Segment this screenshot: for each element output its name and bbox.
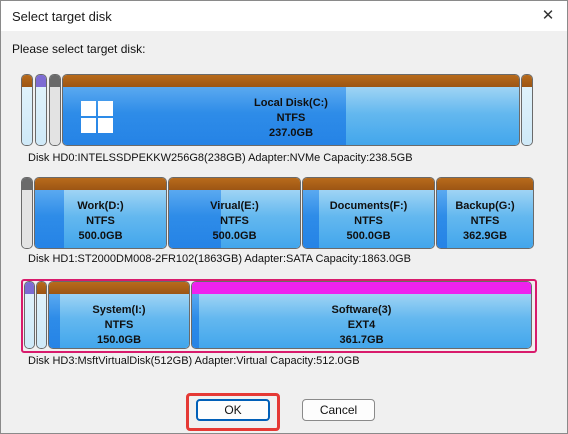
disk-hd0-small-partition-3[interactable] xyxy=(49,74,61,146)
disk-hd0-small-partition-1[interactable] xyxy=(21,74,33,146)
disk-hd1-info: Disk HD1:ST2000DM008-2FR102(1863GB) Adap… xyxy=(28,253,411,265)
disk-hd0-small-partition-2[interactable] xyxy=(35,74,47,146)
disk-hd3-small-partition-2[interactable] xyxy=(36,281,47,349)
disk-hd1-small-partition-1[interactable] xyxy=(21,177,33,249)
disk-hd3-info: Disk HD3:MsftVirtualDisk(512GB) Adapter:… xyxy=(28,355,360,367)
partition-software-3[interactable]: Software(3) EXT4 361.7GB xyxy=(191,281,532,349)
partition-fs: NTFS xyxy=(276,112,306,124)
select-target-disk-dialog: Select target disk ✕ Please select targe… xyxy=(0,0,568,434)
partition-name: Virual(E:) xyxy=(210,200,259,212)
dialog-title: Select target disk xyxy=(12,9,112,24)
partition-size: 500.0GB xyxy=(212,230,257,242)
partition-fs: NTFS xyxy=(220,215,249,227)
partition-size: 362.9GB xyxy=(462,230,508,242)
partition-name: Backup(G:) xyxy=(455,200,515,212)
close-icon[interactable]: ✕ xyxy=(533,3,563,29)
partition-size: 237.0GB xyxy=(268,127,314,139)
disk-hd3-map[interactable]: System(I:) NTFS 150.0GB Software(3) EXT4… xyxy=(24,281,532,357)
title-bar: Select target disk ✕ xyxy=(1,1,567,31)
partition-label: Local Disk(C:) NTFS 237.0GB xyxy=(63,87,519,141)
ok-button[interactable]: OK xyxy=(196,399,270,421)
prompt-label: Please select target disk: xyxy=(12,42,146,56)
partition-size: 500.0GB xyxy=(78,230,123,242)
partition-local-disk-c[interactable]: Local Disk(C:) NTFS 237.0GB xyxy=(62,74,520,146)
disk-hd0-map[interactable]: Local Disk(C:) NTFS 237.0GB xyxy=(21,74,533,150)
partition-name: Documents(F:) xyxy=(329,200,408,212)
partition-fs: NTFS xyxy=(104,319,134,331)
disk-hd0-info: Disk HD0:INTELSSDPEKKW256G8(238GB) Adapt… xyxy=(28,152,413,164)
partition-name: Software(3) xyxy=(331,304,392,316)
cancel-button[interactable]: Cancel xyxy=(302,399,375,421)
partition-fs: NTFS xyxy=(470,215,500,227)
disk-hd3-small-partition-1[interactable] xyxy=(24,281,35,349)
partition-size: 361.7GB xyxy=(339,334,384,346)
partition-fs: NTFS xyxy=(86,215,115,227)
partition-size: 500.0GB xyxy=(346,230,391,242)
disk-hd0-small-partition-4[interactable] xyxy=(521,74,533,146)
partition-name: System(I:) xyxy=(92,304,146,316)
partition-documents-f[interactable]: Documents(F:) NTFS 500.0GB xyxy=(302,177,435,249)
partition-virual-e[interactable]: Virual(E:) NTFS 500.0GB xyxy=(168,177,301,249)
partition-name: Work(D:) xyxy=(77,200,124,212)
partition-backup-g[interactable]: Backup(G:) NTFS 362.9GB xyxy=(436,177,534,249)
disk-hd1-map[interactable]: Work(D:) NTFS 500.0GB Virual(E:) NTFS 50… xyxy=(21,177,534,253)
partition-work-d[interactable]: Work(D:) NTFS 500.0GB xyxy=(34,177,167,249)
partition-system-i[interactable]: System(I:) NTFS 150.0GB xyxy=(48,281,190,349)
partition-fs: NTFS xyxy=(354,215,383,227)
partition-name: Local Disk(C:) xyxy=(254,97,328,109)
partition-size: 150.0GB xyxy=(96,334,142,346)
partition-fs: EXT4 xyxy=(347,319,376,331)
